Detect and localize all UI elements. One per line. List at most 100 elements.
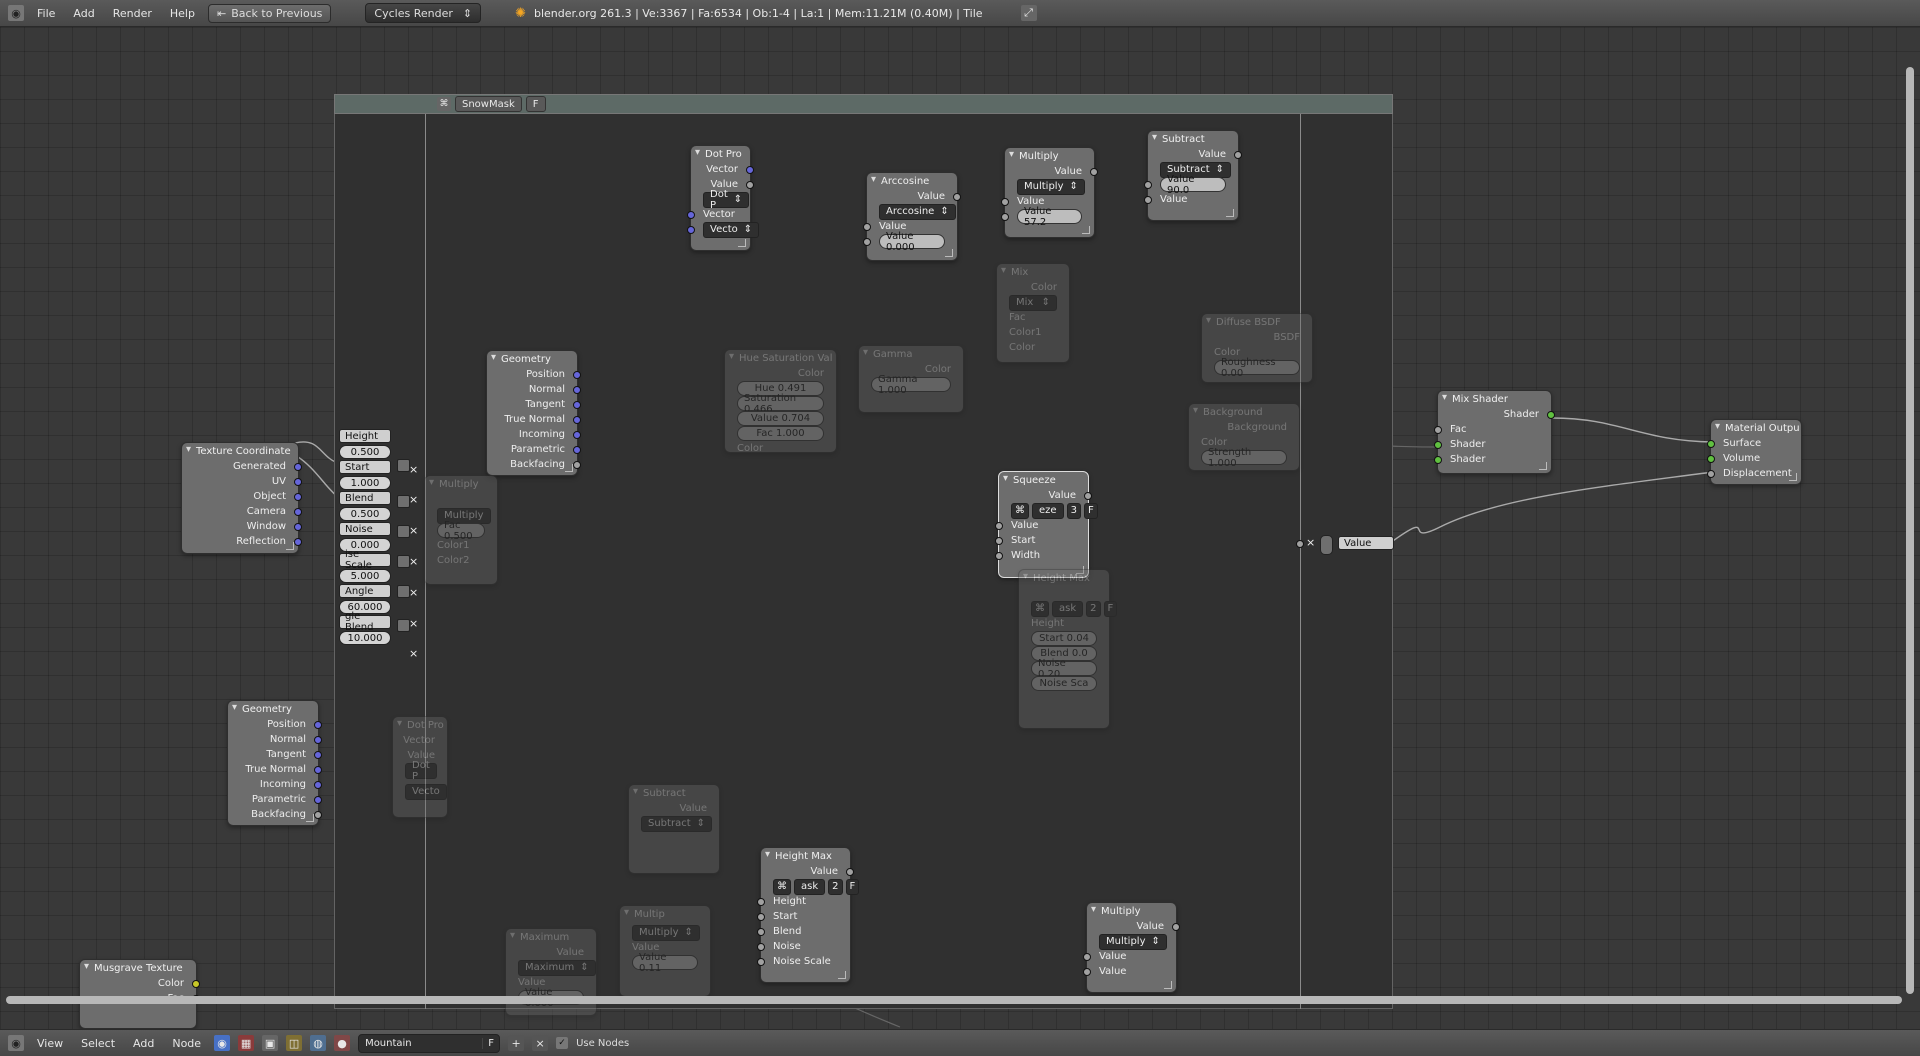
group-name-field[interactable]: eze: [1032, 502, 1064, 519]
value-field[interactable]: Value 57.2: [1017, 206, 1082, 228]
socket-icon[interactable]: [294, 462, 302, 471]
menu-view[interactable]: View: [32, 1037, 68, 1050]
group-input-start-value[interactable]: 1.000: [339, 476, 391, 490]
socket-icon[interactable]: [314, 780, 322, 789]
socket-icon[interactable]: [314, 720, 322, 729]
socket-icon[interactable]: [294, 522, 302, 531]
socket-icon[interactable]: [294, 492, 302, 501]
world-icon[interactable]: ◍: [310, 1035, 327, 1051]
node-mix-muted[interactable]: Mix Color Mix⇕ Fac Color1 Color: [996, 263, 1070, 363]
node-dot-product-muted[interactable]: Dot Pro Vector Value Dot P Vecto: [392, 716, 448, 818]
resize-handle[interactable]: [738, 239, 746, 247]
socket-icon[interactable]: [1434, 440, 1442, 449]
socket-icon[interactable]: [1707, 439, 1715, 448]
value-field[interactable]: Value 0.11: [632, 952, 698, 974]
node-arccosine[interactable]: Arccosine Value Arccosine⇕ Value Value 0…: [863, 172, 961, 261]
socket-icon[interactable]: [863, 222, 871, 231]
object-icon[interactable]: ◫: [286, 1035, 303, 1051]
socket-icon[interactable]: [1090, 167, 1098, 176]
socket-icon[interactable]: [294, 507, 302, 516]
remove-input-icon[interactable]: ×: [409, 586, 418, 599]
value-field[interactable]: Value 0.000: [879, 231, 945, 253]
resize-handle[interactable]: [565, 464, 573, 472]
group-input-noise[interactable]: Noise: [339, 522, 391, 536]
menu-node[interactable]: Node: [167, 1037, 206, 1050]
operation-dropdown[interactable]: Multiply ⇕: [632, 924, 700, 941]
group-input-angle-blend-value[interactable]: 10.000: [339, 631, 391, 645]
vertical-scrollbar[interactable]: [1906, 67, 1914, 994]
socket-icon[interactable]: [995, 551, 1003, 560]
group-input-blend[interactable]: Blend: [339, 491, 391, 505]
group-fake-user-flag[interactable]: F: [1083, 502, 1098, 519]
node-multiply-top[interactable]: Multiply Value Multiply⇕ Value Value 57.…: [1001, 147, 1098, 238]
render-engine-dropdown[interactable]: Cycles Render ⇕: [365, 3, 482, 23]
remove-input-icon[interactable]: ×: [409, 647, 418, 660]
node-height-max[interactable]: Height Max Value ⌘ ask 2 F Height Start …: [757, 847, 860, 983]
socket-icon[interactable]: [757, 912, 765, 921]
group-fake-user-flag[interactable]: F: [845, 878, 860, 895]
group-input-height[interactable]: Height: [339, 429, 391, 443]
new-material-icon[interactable]: +: [508, 1035, 525, 1051]
node-multiply-bottom[interactable]: Multiply Value Multiply⇕ Value Value: [1083, 902, 1180, 993]
socket-icon[interactable]: [314, 810, 322, 819]
menu-add[interactable]: Add: [128, 1037, 159, 1050]
socket-icon[interactable]: [687, 225, 695, 234]
roughness-field[interactable]: Roughness 0.00: [1214, 357, 1300, 379]
node-texture-coordinate[interactable]: Texture Coordinate Generated UV Object C…: [181, 442, 302, 554]
saturation-field[interactable]: Saturation 0.466: [737, 393, 824, 415]
node-mix-shader[interactable]: Mix Shader Shader Fac Shader Shader: [1434, 390, 1555, 474]
group-name-field[interactable]: ask: [1052, 600, 1084, 617]
socket-icon[interactable]: [1144, 180, 1152, 189]
resize-handle[interactable]: [1539, 462, 1547, 470]
node-musgrave-texture[interactable]: Musgrave Texture Color Fac: [79, 959, 200, 1029]
node-gamma-muted[interactable]: Gamma Color Gamma 1.000: [858, 345, 964, 413]
back-to-previous-button[interactable]: ⇤ Back to Previous: [207, 3, 332, 23]
group-link-icon[interactable]: ⌘: [1031, 600, 1049, 617]
unlink-material-icon[interactable]: ×: [532, 1035, 549, 1051]
remove-input-icon[interactable]: ×: [409, 493, 418, 506]
socket-icon[interactable]: [314, 765, 322, 774]
material-fake-user-flag[interactable]: F: [482, 1037, 499, 1049]
group-icon[interactable]: ⌘: [437, 97, 451, 111]
socket-icon[interactable]: [995, 536, 1003, 545]
socket-icon[interactable]: [314, 750, 322, 759]
operation-dropdown[interactable]: Multiply ⇕: [1017, 178, 1085, 195]
menu-select[interactable]: Select: [76, 1037, 120, 1050]
group-input-start[interactable]: Start: [339, 460, 391, 474]
noise-scale-field[interactable]: Noise Sca: [1031, 676, 1097, 691]
group-input-angle-blend[interactable]: gle Blend: [339, 611, 391, 633]
remove-input-icon[interactable]: ×: [409, 617, 418, 630]
socket-icon[interactable]: [573, 415, 581, 424]
resize-handle[interactable]: [306, 814, 314, 822]
socket-icon[interactable]: [1296, 540, 1304, 548]
socket-icon[interactable]: [314, 735, 322, 744]
socket-icon[interactable]: [1547, 410, 1555, 419]
operation-dropdown[interactable]: Maximum ⇕: [518, 959, 596, 976]
shader-icon[interactable]: ◉: [214, 1035, 231, 1051]
socket-icon[interactable]: [573, 400, 581, 409]
node-multiply-low-muted[interactable]: Multip Multiply⇕ Value Value 0.11: [619, 905, 711, 997]
node-material-output[interactable]: Material Outpu Surface Volume Displaceme…: [1707, 419, 1802, 485]
group-input-noise-scale-value[interactable]: 5.000: [339, 569, 391, 583]
editor-type-icon[interactable]: ◉: [8, 1035, 24, 1051]
socket-icon[interactable]: [757, 927, 765, 936]
node-height-max-muted[interactable]: Height Max ⌘ ask 2 F Height Start 0.04 B…: [1018, 569, 1118, 729]
node-multiply-left-muted[interactable]: Multiply Multiply Fac 0.500 Color1 Color…: [424, 475, 498, 585]
socket-icon[interactable]: [746, 180, 754, 189]
socket-icon[interactable]: [294, 537, 302, 546]
group-input-blend-value[interactable]: 0.500: [339, 507, 391, 521]
socket-icon[interactable]: [757, 897, 765, 906]
move-output-button[interactable]: [1320, 535, 1333, 555]
socket-icon[interactable]: [1001, 212, 1009, 221]
socket-icon[interactable]: [573, 430, 581, 439]
node-geometry-outer[interactable]: Geometry Position Normal Tangent True No…: [227, 700, 322, 826]
node-hue-saturation-muted[interactable]: Hue Saturation Val Color Hue 0.491 Satur…: [724, 349, 837, 454]
socket-icon[interactable]: [1234, 150, 1242, 159]
maximize-icon[interactable]: ⤢: [1020, 5, 1037, 21]
group-users-count[interactable]: 2: [1086, 600, 1101, 617]
material-icon[interactable]: ●: [334, 1035, 351, 1051]
node-squeeze[interactable]: Squeeze Value ⌘ eze 3 F Value Start Widt…: [995, 471, 1098, 578]
group-input-noise-scale[interactable]: ise Scale: [339, 549, 391, 571]
operation-dropdown[interactable]: Multiply ⇕: [1099, 933, 1167, 950]
material-name-field[interactable]: Mountain: [359, 1038, 482, 1049]
